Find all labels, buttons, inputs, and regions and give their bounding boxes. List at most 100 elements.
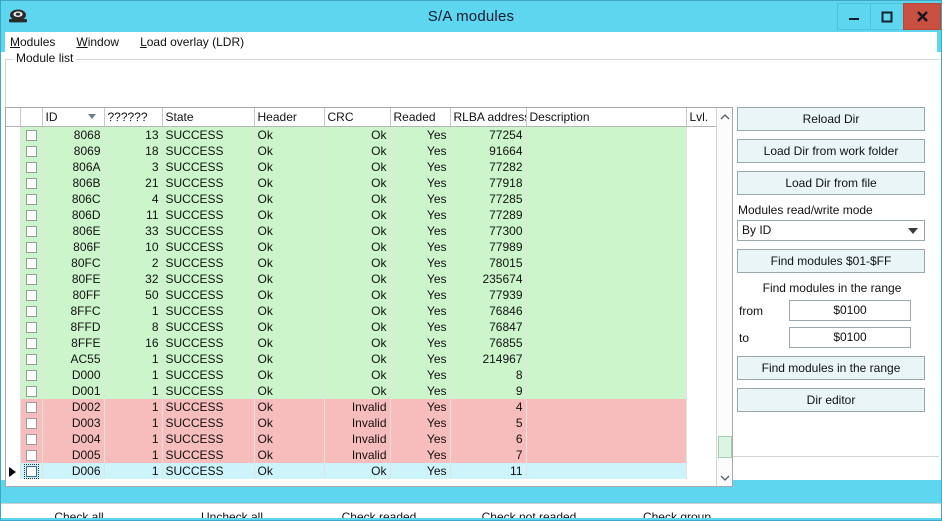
range-from-input[interactable]: $0100 — [789, 300, 911, 321]
row-checkbox-cell[interactable] — [20, 143, 43, 159]
row-checkbox[interactable] — [25, 418, 37, 430]
reload-dir-button[interactable]: Reload Dir — [737, 107, 925, 131]
row-checkbox[interactable] — [25, 322, 37, 334]
scrollbar-track-upper[interactable] — [717, 125, 732, 436]
row-checkbox-cell[interactable] — [20, 126, 43, 143]
row-checkbox-cell[interactable] — [20, 351, 43, 367]
table-row[interactable]: D001 1 SUCCESS Ok Ok Yes 9 — [6, 383, 716, 399]
table-row[interactable]: 8068 13 SUCCESS Ok Ok Yes 77254 — [6, 126, 716, 143]
table-row[interactable]: 806B 21 SUCCESS Ok Ok Yes 77918 — [6, 175, 716, 191]
row-checkbox-cell[interactable] — [20, 383, 43, 399]
row-checkbox-cell[interactable] — [20, 415, 43, 431]
row-checkbox-cell[interactable] — [20, 431, 43, 447]
grid-vertical-scrollbar[interactable] — [716, 108, 732, 486]
row-checkbox[interactable] — [25, 450, 37, 462]
row-checkbox-cell[interactable] — [20, 399, 43, 415]
table-row[interactable]: D004 1 SUCCESS Ok Invalid Yes 6 — [6, 431, 716, 447]
scroll-up-button[interactable] — [717, 108, 732, 125]
table-row[interactable]: 806A 3 SUCCESS Ok Ok Yes 77282 — [6, 159, 716, 175]
row-checkbox-cell[interactable] — [20, 287, 43, 303]
row-checkbox-cell[interactable] — [20, 159, 43, 175]
table-row[interactable]: AC55 1 SUCCESS Ok Ok Yes 214967 — [6, 351, 716, 367]
table-row[interactable]: D003 1 SUCCESS Ok Invalid Yes 5 — [6, 415, 716, 431]
column-header-readed[interactable]: Readed — [390, 108, 451, 127]
row-checkbox[interactable] — [25, 162, 37, 174]
row-checkbox-cell[interactable] — [20, 463, 43, 479]
row-checkbox[interactable] — [25, 306, 37, 318]
table-row[interactable]: 8FFC 1 SUCCESS Ok Ok Yes 76846 — [6, 303, 716, 319]
cell-header: Ok — [254, 255, 325, 271]
table-row[interactable]: 806F 10 SUCCESS Ok Ok Yes 77989 — [6, 239, 716, 255]
row-checkbox[interactable] — [25, 354, 37, 366]
row-checkbox[interactable] — [25, 194, 37, 206]
row-checkbox[interactable] — [23, 464, 39, 479]
load-dir-from-work-folder-button[interactable]: Load Dir from work folder — [737, 139, 925, 163]
row-checkbox-cell[interactable] — [20, 447, 43, 463]
row-checkbox[interactable] — [25, 290, 37, 302]
table-row[interactable]: 806E 33 SUCCESS Ok Ok Yes 77300 — [6, 223, 716, 239]
scrollbar-track-lower[interactable] — [717, 458, 732, 469]
menu-item-load-overlay[interactable]: Load overlay (LDR) — [137, 34, 253, 50]
column-header-lvl[interactable]: Lvl. — [686, 108, 716, 127]
load-dir-from-file-button[interactable]: Load Dir from file — [737, 171, 925, 195]
column-header-unknown[interactable]: ?????? — [104, 108, 163, 127]
row-checkbox-cell[interactable] — [20, 335, 43, 351]
column-header-state[interactable]: State — [162, 108, 255, 127]
close-button[interactable] — [903, 3, 941, 30]
table-row[interactable]: 80FC 2 SUCCESS Ok Ok Yes 78015 — [6, 255, 716, 271]
maximize-button[interactable] — [870, 3, 904, 30]
range-to-input[interactable]: $0100 — [789, 327, 911, 348]
row-checkbox-cell[interactable] — [20, 191, 43, 207]
row-checkbox[interactable] — [25, 338, 37, 350]
table-row[interactable]: D002 1 SUCCESS Ok Invalid Yes 4 — [6, 399, 716, 415]
row-checkbox[interactable] — [25, 370, 37, 382]
row-checkbox[interactable] — [25, 226, 37, 238]
row-checkbox[interactable] — [25, 242, 37, 254]
menu-item-modules[interactable]: Modules — [7, 34, 64, 50]
row-checkbox-cell[interactable] — [20, 367, 43, 383]
rw-mode-dropdown[interactable]: By ID — [737, 220, 925, 241]
scroll-down-button[interactable] — [717, 469, 732, 486]
table-row[interactable]: D005 1 SUCCESS Ok Invalid Yes 7 — [6, 447, 716, 463]
row-checkbox-cell[interactable] — [20, 223, 43, 239]
row-checkbox[interactable] — [25, 402, 37, 414]
row-checkbox-cell[interactable] — [20, 319, 43, 335]
table-row[interactable]: 80FF 50 SUCCESS Ok Ok Yes 77939 — [6, 287, 716, 303]
row-checkbox[interactable] — [25, 146, 37, 158]
dir-editor-button[interactable]: Dir editor — [737, 388, 925, 412]
column-header-rlba[interactable]: RLBA address — [450, 108, 527, 127]
row-checkbox[interactable] — [25, 130, 37, 142]
table-row[interactable]: 8069 18 SUCCESS Ok Ok Yes 91664 — [6, 143, 716, 159]
row-checkbox-cell[interactable] — [20, 255, 43, 271]
column-header-header[interactable]: Header — [254, 108, 325, 127]
row-checkbox[interactable] — [25, 386, 37, 398]
table-row[interactable]: 8FFE 16 SUCCESS Ok Ok Yes 76855 — [6, 335, 716, 351]
row-checkbox[interactable] — [25, 178, 37, 190]
row-checkbox-cell[interactable] — [20, 303, 43, 319]
row-checkbox[interactable] — [25, 434, 37, 446]
side-panel: Reload Dir Load Dir from work folder Loa… — [737, 107, 935, 432]
minimize-button[interactable] — [837, 3, 871, 30]
table-row[interactable]: 80FE 32 SUCCESS Ok Ok Yes 235674 — [6, 271, 716, 287]
column-header-description[interactable]: Description — [526, 108, 687, 127]
column-header-id[interactable]: ID — [42, 108, 105, 127]
find-modules-in-range-button[interactable]: Find modules in the range — [737, 356, 925, 380]
table-row[interactable]: D006 1 SUCCESS Ok Ok Yes 11 — [6, 463, 716, 479]
table-row[interactable]: 8FFD 8 SUCCESS Ok Ok Yes 76847 — [6, 319, 716, 335]
row-checkbox[interactable] — [25, 274, 37, 286]
row-checkbox-cell[interactable] — [20, 207, 43, 223]
table-row[interactable]: 806D 11 SUCCESS Ok Ok Yes 77289 — [6, 207, 716, 223]
cell-lvl — [686, 271, 716, 287]
row-checkbox[interactable] — [25, 258, 37, 270]
column-header-crc[interactable]: CRC — [324, 108, 391, 127]
menu-item-window[interactable]: Window — [73, 34, 128, 50]
row-checkbox-cell[interactable] — [20, 239, 43, 255]
row-checkbox-cell[interactable] — [20, 271, 43, 287]
table-row[interactable]: 806C 4 SUCCESS Ok Ok Yes 77285 — [6, 191, 716, 207]
table-row[interactable]: D000 1 SUCCESS Ok Ok Yes 8 — [6, 367, 716, 383]
row-checkbox-cell[interactable] — [20, 175, 43, 191]
row-checkbox[interactable] — [25, 210, 37, 222]
find-modules-01-ff-button[interactable]: Find modules $01-$FF — [737, 249, 925, 273]
row-indicator — [6, 447, 21, 463]
scrollbar-thumb[interactable] — [718, 436, 732, 458]
